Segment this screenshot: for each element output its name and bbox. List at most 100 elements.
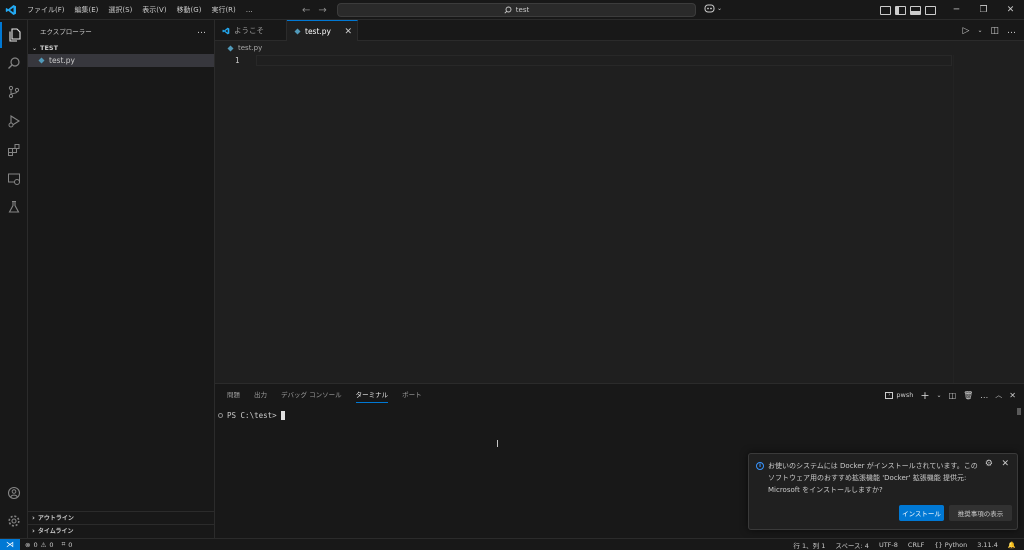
- language-mode[interactable]: {} Python: [934, 541, 967, 549]
- ports-icon[interactable]: ⌗: [62, 540, 66, 549]
- account-icon[interactable]: [0, 480, 28, 506]
- show-recommendations-button[interactable]: 推奨事項の表示: [949, 505, 1012, 521]
- warning-count[interactable]: 0: [49, 541, 53, 549]
- chevron-down-icon[interactable]: ⌄: [977, 27, 982, 34]
- error-icon[interactable]: ⊗: [25, 541, 30, 549]
- python-file-icon: [294, 28, 301, 35]
- terminal-scrollbar[interactable]: [1017, 408, 1021, 415]
- menu-edit[interactable]: 編集(E): [70, 0, 104, 20]
- chevron-down-icon[interactable]: ⌄: [937, 392, 942, 399]
- install-button[interactable]: インストール: [899, 505, 944, 521]
- line-ending[interactable]: CRLF: [908, 541, 924, 549]
- customize-layout-icon[interactable]: [880, 5, 891, 15]
- tab-terminal[interactable]: ターミナル: [355, 384, 388, 406]
- remote-explorer-icon[interactable]: [0, 166, 28, 192]
- workspace-folder[interactable]: ⌄ TEST: [28, 42, 214, 54]
- panel-tabs: 問題 出力 デバッグ コンソール ターミナル ポート: [227, 384, 422, 406]
- menu-run[interactable]: 実行(R): [206, 0, 240, 20]
- run-debug-icon[interactable]: [0, 108, 28, 134]
- tab-label: test.py: [305, 27, 331, 36]
- feedback-icon[interactable]: 🔔: [1008, 541, 1016, 549]
- folder-name: TEST: [40, 44, 59, 52]
- command-decoration-icon: [218, 413, 223, 418]
- menu-file[interactable]: ファイル(F): [22, 0, 70, 20]
- more-actions-icon[interactable]: …: [197, 26, 206, 36]
- more-actions-icon[interactable]: …: [1007, 26, 1016, 36]
- manage-gear-icon[interactable]: [0, 508, 28, 534]
- toggle-panel-icon[interactable]: [910, 5, 921, 15]
- menu-view[interactable]: 表示(V): [137, 0, 171, 20]
- maximize-panel-icon[interactable]: ︿: [995, 390, 1002, 400]
- minimap-divider: [953, 55, 954, 383]
- search-icon: [504, 6, 512, 14]
- breadcrumb[interactable]: test.py: [215, 41, 1024, 55]
- copilot-icon: [704, 4, 715, 13]
- info-icon: i: [756, 462, 764, 470]
- trash-icon[interactable]: 🗑: [963, 391, 973, 400]
- code-editor[interactable]: 1: [215, 55, 1024, 383]
- terminal-instance[interactable]: › pwsh: [885, 391, 913, 399]
- extensions-icon[interactable]: [0, 137, 28, 163]
- search-view-icon[interactable]: [0, 50, 28, 76]
- cursor-position[interactable]: 行 1、列 1: [793, 540, 825, 550]
- command-center-search[interactable]: test: [337, 3, 696, 17]
- toggle-primary-sidebar-icon[interactable]: [895, 5, 906, 15]
- minimize-icon[interactable]: ─: [943, 5, 970, 15]
- timeline-section[interactable]: › タイムライン: [28, 524, 215, 536]
- file-name: test.py: [49, 56, 75, 65]
- tab-test-py[interactable]: test.py ✕: [287, 20, 358, 42]
- remote-indicator-icon[interactable]: ⋊: [0, 538, 20, 550]
- notification-toast: i お使いのシステムには Docker がインストールされています。このソフトウ…: [748, 453, 1018, 530]
- run-python-file-icon[interactable]: ▷: [963, 26, 970, 36]
- close-panel-icon[interactable]: ✕: [1009, 391, 1016, 400]
- copilot-menu[interactable]: ⌄: [704, 3, 722, 13]
- menu-more[interactable]: …: [241, 0, 258, 20]
- activity-bar: [0, 20, 28, 538]
- status-bar: ⋊ ⊗ 0 ⚠ 0 ⌗ 0 行 1、列 1 スペース: 4 UTF-8 CRLF…: [0, 538, 1024, 550]
- tab-welcome[interactable]: ようこそ: [215, 20, 287, 41]
- close-notification-icon[interactable]: ✕: [1001, 459, 1009, 469]
- python-interpreter[interactable]: 3.11.4: [977, 541, 998, 549]
- split-terminal-icon[interactable]: ◫: [949, 391, 957, 400]
- chevron-down-icon: ⌄: [32, 44, 38, 52]
- testing-flask-icon[interactable]: [0, 194, 28, 220]
- current-line-highlight: [256, 55, 952, 66]
- file-item[interactable]: test.py: [28, 54, 214, 67]
- tab-ports[interactable]: ポート: [402, 384, 422, 406]
- tab-debug-console[interactable]: デバッグ コンソール: [281, 384, 342, 406]
- tab-problems[interactable]: 問題: [227, 384, 240, 406]
- new-terminal-icon[interactable]: +: [920, 389, 929, 402]
- terminal-prompt: PS C:\test>: [227, 411, 277, 420]
- warning-icon[interactable]: ⚠: [41, 541, 47, 549]
- menu-go[interactable]: 移動(G): [172, 0, 207, 20]
- menu-selection[interactable]: 選択(S): [103, 0, 137, 20]
- outline-section[interactable]: › アウトライン: [28, 511, 215, 523]
- restore-icon[interactable]: ❐: [970, 5, 997, 15]
- error-count[interactable]: 0: [33, 541, 37, 549]
- menu-bar: ファイル(F) 編集(E) 選択(S) 表示(V) 移動(G) 実行(R) …: [22, 0, 258, 20]
- toggle-secondary-sidebar-icon[interactable]: [925, 5, 936, 15]
- text-cursor-icon: I: [496, 439, 499, 450]
- status-right: 行 1、列 1 スペース: 4 UTF-8 CRLF {} Python 3.1…: [793, 539, 1016, 550]
- notification-message: お使いのシステムには Docker がインストールされています。このソフトウェア…: [768, 462, 978, 494]
- close-tab-icon[interactable]: ✕: [344, 27, 352, 37]
- encoding[interactable]: UTF-8: [879, 541, 898, 549]
- braces-icon: {}: [934, 541, 943, 549]
- more-actions-icon[interactable]: …: [980, 391, 988, 400]
- back-arrow-icon[interactable]: ←: [302, 5, 310, 16]
- language-name: Python: [944, 541, 968, 549]
- explorer-icon[interactable]: [0, 22, 28, 48]
- indentation[interactable]: スペース: 4: [835, 540, 869, 550]
- status-left: ⊗ 0 ⚠ 0 ⌗ 0: [20, 540, 72, 549]
- command-center-text: test: [515, 6, 530, 14]
- close-window-icon[interactable]: ✕: [997, 5, 1024, 15]
- forward-arrow-icon[interactable]: →: [318, 5, 326, 16]
- title-bar: ファイル(F) 編集(E) 選択(S) 表示(V) 移動(G) 実行(R) … …: [0, 0, 1024, 20]
- terminal-line[interactable]: PS C:\test>: [218, 411, 285, 420]
- ports-count[interactable]: 0: [68, 541, 72, 549]
- split-editor-icon[interactable]: ◫: [990, 26, 999, 36]
- source-control-icon[interactable]: [0, 79, 28, 105]
- tab-output[interactable]: 出力: [254, 384, 267, 406]
- sidebar-title: エクスプローラー: [40, 28, 92, 36]
- notification-gear-icon[interactable]: ⚙: [985, 459, 993, 469]
